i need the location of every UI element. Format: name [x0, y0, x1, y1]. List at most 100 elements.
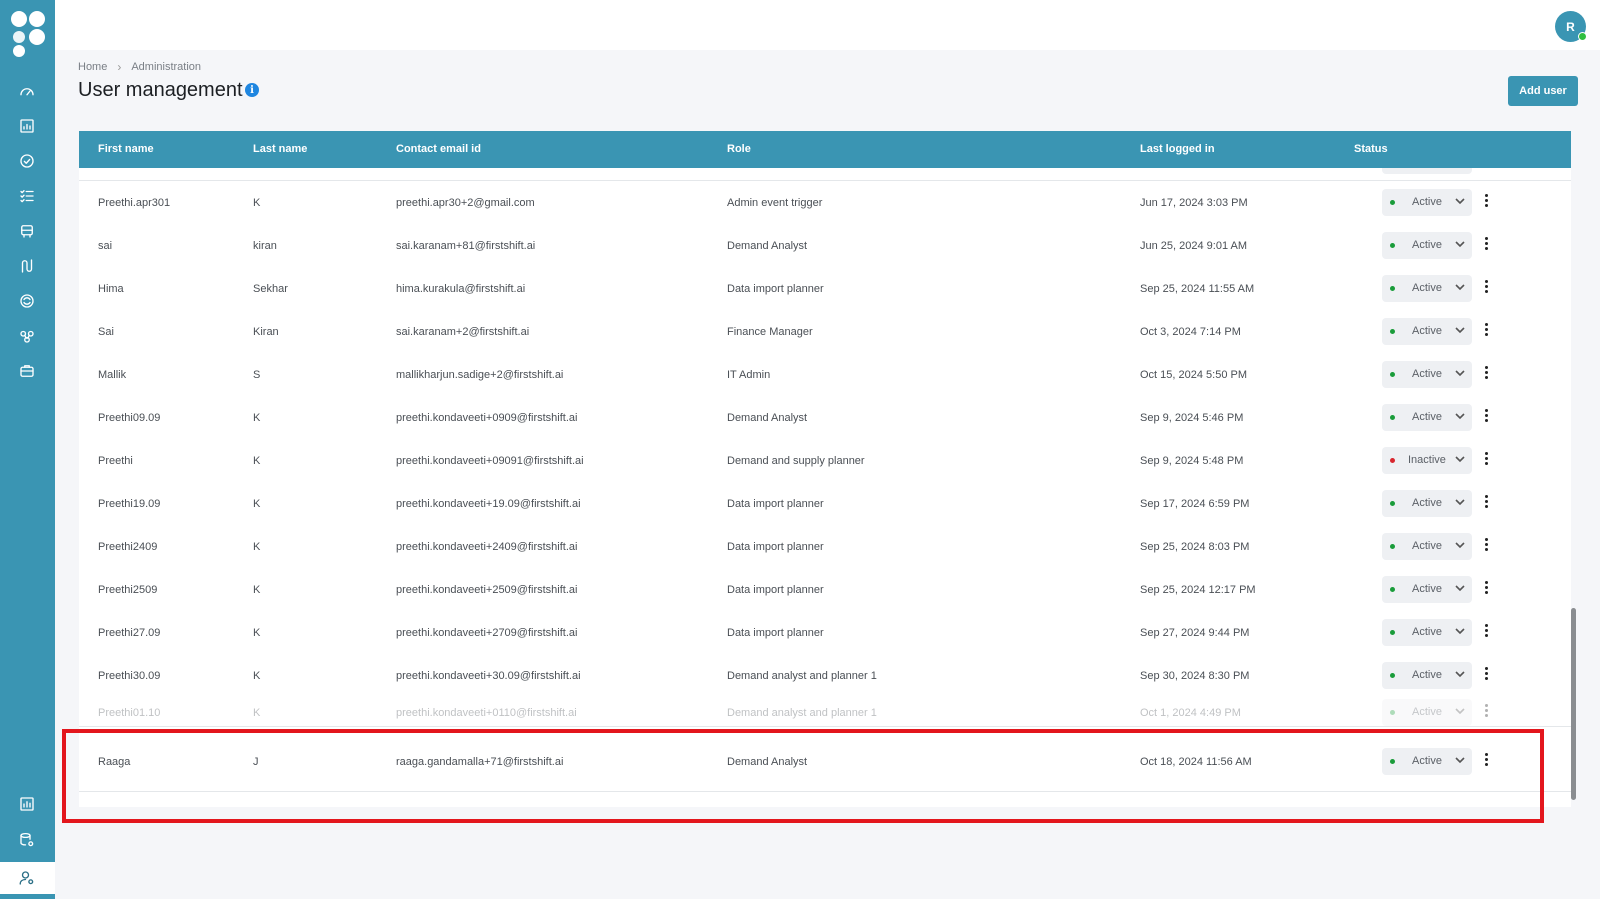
online-status-indicator	[1578, 32, 1587, 41]
cell-last-logged-in: Jun 17, 2024 3:03 PM	[1140, 197, 1248, 209]
table-row[interactable]: Mallik Smallikharjun.sadige+2@firstshift.…	[79, 353, 1571, 397]
cell-last-name: kiran	[253, 240, 277, 252]
table-row[interactable]: Preethi19.09 Kpreethi.kondaveeti+19.09@fi…	[79, 482, 1571, 526]
status-dropdown[interactable]: Active	[1382, 662, 1472, 689]
user-table: First name Last name Contact email id Ro…	[79, 131, 1571, 807]
column-email[interactable]: Contact email id	[396, 143, 481, 155]
breadcrumb-home[interactable]: Home	[78, 61, 107, 73]
more-options-icon[interactable]	[1483, 194, 1489, 212]
status-dot-icon	[1390, 458, 1395, 463]
analytics-icon[interactable]	[16, 115, 38, 137]
cell-email: preethi.kondaveeti+2709@firstshift.ai	[396, 627, 578, 639]
table-row[interactable]: Preethi2409 Kpreethi.kondaveeti+2409@firs…	[79, 525, 1571, 569]
cell-last-name: K	[253, 707, 261, 719]
column-role[interactable]: Role	[727, 143, 751, 155]
inventory-icon[interactable]	[16, 220, 38, 242]
task-list-icon[interactable]	[16, 185, 38, 207]
status-dropdown[interactable]: Active	[1382, 318, 1472, 345]
cell-last-name: K	[253, 584, 261, 596]
status-dropdown[interactable]: Active	[1382, 189, 1472, 216]
status-dropdown[interactable]: Active	[1382, 699, 1472, 726]
table-row[interactable]: Preethi30.09 Kpreethi.kondaveeti+30.09@fi…	[79, 654, 1571, 698]
more-options-icon[interactable]	[1483, 280, 1489, 298]
chevron-down-icon	[1454, 582, 1466, 594]
cell-role: Demand analyst and planner 1	[727, 670, 877, 682]
status-dropdown[interactable]: Active	[1382, 619, 1472, 646]
chevron-down-icon	[1454, 625, 1466, 637]
report-icon[interactable]	[16, 793, 38, 815]
briefcase-icon[interactable]	[16, 360, 38, 382]
table-row[interactable]: Preethi01.10 Kpreethi.kondaveeti+0110@fir…	[79, 697, 1571, 727]
more-options-icon[interactable]	[1483, 753, 1489, 771]
table-row[interactable]: sai kiran sai.karanam+81@firstshift.ai Dema…	[79, 224, 1571, 268]
data-settings-icon[interactable]	[16, 829, 38, 851]
more-options-icon[interactable]	[1483, 323, 1489, 341]
chevron-down-icon	[1454, 281, 1466, 293]
more-options-icon[interactable]	[1483, 581, 1489, 599]
more-options-icon[interactable]	[1483, 366, 1489, 384]
more-options-icon[interactable]	[1483, 704, 1489, 722]
cell-email: preethi.kondaveeti+09091@firstshift.ai	[396, 455, 584, 467]
status-dropdown[interactable]: Active	[1382, 361, 1472, 388]
more-options-icon[interactable]	[1483, 624, 1489, 642]
status-dropdown[interactable]: Active	[1382, 404, 1472, 431]
column-first-name[interactable]: First name	[98, 143, 154, 155]
sidebar-item-user-management[interactable]	[0, 862, 55, 894]
cell-last-logged-in: Sep 9, 2024 5:46 PM	[1140, 412, 1244, 424]
ai-icon[interactable]	[16, 290, 38, 312]
cell-first-name: Preethi2509	[98, 584, 158, 596]
breadcrumb-current[interactable]: Administration	[131, 61, 201, 73]
status-dropdown[interactable]: Active	[1382, 533, 1472, 560]
table-row[interactable]: Preethi Kpreethi.kondaveeti+09091@firstsh…	[79, 439, 1571, 483]
more-options-icon[interactable]	[1483, 237, 1489, 255]
cell-last-logged-in: Sep 25, 2024 11:55 AM	[1140, 283, 1255, 295]
table-row[interactable]: Hima Sekhar hima.kurakula@firstshift.ai Dat…	[79, 267, 1571, 311]
status-dot-icon	[1390, 587, 1395, 592]
table-row[interactable]: Preethi09.09 Kpreethi.kondaveeti+0909@fir…	[79, 396, 1571, 440]
cell-email: preethi.kondaveeti+19.09@firstshift.ai	[396, 498, 581, 510]
more-options-icon[interactable]	[1483, 452, 1489, 470]
scrollbar-thumb[interactable]	[1571, 608, 1576, 800]
status-dot-icon	[1390, 243, 1395, 248]
status-dropdown[interactable]: Active	[1382, 748, 1472, 775]
table-row[interactable]: Raaga Jraaga.gandamalla+71@firstshift.ai D…	[79, 740, 1571, 792]
status-label: Active	[1412, 583, 1442, 595]
column-status[interactable]: Status	[1354, 143, 1388, 155]
chevron-down-icon	[1454, 668, 1466, 680]
more-options-icon[interactable]	[1483, 409, 1489, 427]
status-dot-icon	[1390, 415, 1395, 420]
cell-email: preethi.apr30+2@gmail.com	[396, 197, 535, 209]
status-dropdown[interactable]: Active	[1382, 576, 1472, 603]
info-icon[interactable]: i	[245, 83, 259, 97]
status-dropdown[interactable]: Active	[1382, 490, 1472, 517]
check-circle-icon[interactable]	[16, 150, 38, 172]
cell-first-name: sai	[98, 240, 113, 252]
cell-last-logged-in: Sep 9, 2024 5:48 PM	[1140, 455, 1244, 467]
cell-role: IT Admin	[727, 369, 771, 381]
app-logo[interactable]	[8, 6, 48, 58]
table-row[interactable]: Preethi.apr301 Kpreethi.apr30+2@gmail.com…	[79, 181, 1571, 225]
more-options-icon[interactable]	[1483, 495, 1489, 513]
table-row[interactable]: Sai Kiran sai.karanam+2@firstshift.ai Finan…	[79, 310, 1571, 354]
cell-last-logged-in: Sep 27, 2024 9:44 PM	[1140, 627, 1250, 639]
chevron-down-icon	[1454, 539, 1466, 551]
status-label: Active	[1412, 368, 1442, 380]
column-last-name[interactable]: Last name	[253, 143, 307, 155]
chevron-down-icon	[1454, 238, 1466, 250]
add-user-button[interactable]: Add user	[1508, 76, 1578, 106]
cell-last-name: K	[253, 670, 261, 682]
network-icon[interactable]	[16, 325, 38, 347]
flow-icon[interactable]	[16, 255, 38, 277]
cell-role: Admin event trigger	[727, 197, 823, 209]
status-dropdown[interactable]: Active	[1382, 275, 1472, 302]
table-row[interactable]: Preethi2509 Kpreethi.kondaveeti+2509@firs…	[79, 568, 1571, 612]
status-dropdown[interactable]: Inactive	[1382, 447, 1472, 474]
table-row[interactable]: Preethi27.09 Kpreethi.kondaveeti+2709@fir…	[79, 611, 1571, 655]
column-last-logged-in[interactable]: Last logged in	[1140, 143, 1215, 155]
status-dropdown[interactable]: Active	[1382, 232, 1472, 259]
chevron-down-icon	[1454, 705, 1466, 717]
more-options-icon[interactable]	[1483, 538, 1489, 556]
more-options-icon[interactable]	[1483, 667, 1489, 685]
status-dot-icon	[1390, 759, 1395, 764]
dashboard-icon[interactable]	[16, 80, 38, 102]
